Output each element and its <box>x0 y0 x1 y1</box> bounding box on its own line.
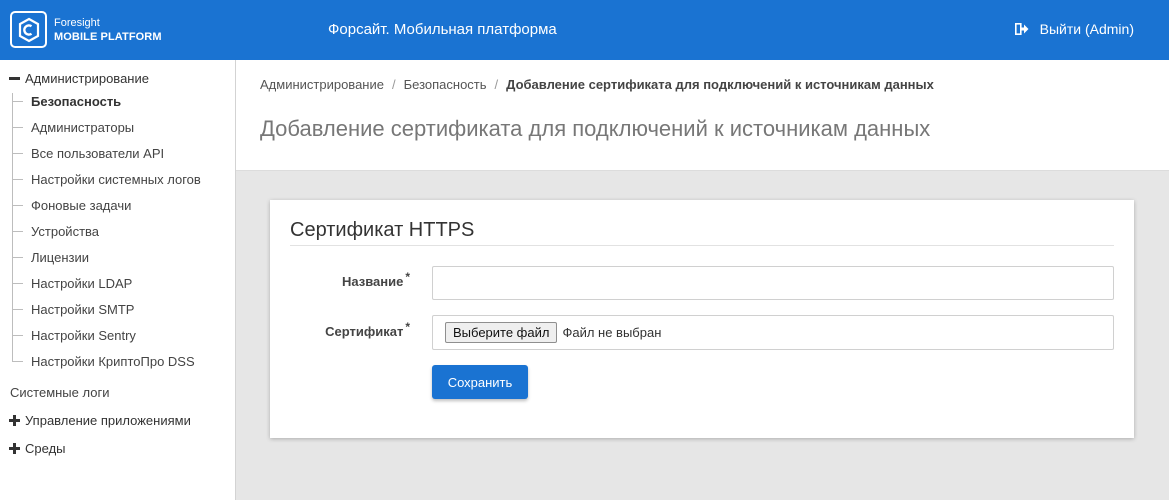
sidebar-section-environments[interactable]: Среды <box>9 441 66 456</box>
sidebar-item-label: Устройства <box>31 223 100 239</box>
certificate-file-input: Выберите файл Файл не выбран <box>432 315 1114 350</box>
file-status: Файл не выбран <box>562 325 662 340</box>
minus-icon <box>9 73 20 84</box>
sidebar-item-sentry-settings[interactable]: Настройки Sentry <box>13 322 233 348</box>
sidebar-section-app-management[interactable]: Управление приложениями <box>9 413 191 428</box>
save-button[interactable]: Сохранить <box>432 365 528 399</box>
logout-label: Выйти (Admin) <box>1039 21 1134 37</box>
sidebar-item-administrators[interactable]: Администраторы <box>13 114 233 140</box>
sidebar-item-label: Настройки КриптоПро DSS <box>31 353 195 369</box>
plus-icon <box>9 443 20 454</box>
sidebar-item-background-tasks[interactable]: Фоновые задачи <box>13 192 233 218</box>
choose-file-button[interactable]: Выберите файл <box>445 322 558 343</box>
sidebar-item-label: Лицензии <box>31 249 89 265</box>
sidebar-section-label: Управление приложениями <box>25 413 191 428</box>
sidebar-item-cryptopro-dss-settings[interactable]: Настройки КриптоПро DSS <box>13 348 233 374</box>
breadcrumb-security[interactable]: Безопасность <box>404 77 487 92</box>
name-field-label: Название * <box>270 270 410 289</box>
sidebar-item-api-users[interactable]: Все пользователи API <box>13 140 233 166</box>
sidebar-item-label: Безопасность <box>31 93 122 109</box>
logo-line1: Foresight <box>54 16 100 29</box>
sidebar-item-system-logs[interactable]: Системные логи <box>10 385 109 400</box>
sidebar-item-label: Настройки системных логов <box>31 171 201 187</box>
card-title: Сертификат HTTPS <box>290 219 475 241</box>
sidebar-section-label: Среды <box>25 441 66 456</box>
plus-icon <box>9 415 20 426</box>
card-divider <box>290 245 1114 246</box>
sidebar-item-label: Настройки LDAP <box>31 275 133 291</box>
required-mark: * <box>405 320 410 334</box>
logo-line2: MOBILE PLATFORM <box>54 30 162 43</box>
sidebar-item-ldap-settings[interactable]: Настройки LDAP <box>13 270 233 296</box>
name-input[interactable] <box>432 266 1114 300</box>
breadcrumb-separator: / <box>391 77 396 92</box>
sign-out-icon <box>1014 23 1029 35</box>
certificate-field-label: Сертификат * <box>270 320 410 339</box>
breadcrumb-separator: / <box>494 77 499 92</box>
sidebar-item-label: Фоновые задачи <box>31 197 132 213</box>
top-navbar: Foresight MOBILE PLATFORM Форсайт. Мобил… <box>0 0 1169 60</box>
app-title: Форсайт. Мобильная платформа <box>328 21 557 38</box>
required-mark: * <box>405 270 410 284</box>
sidebar-item-smtp-settings[interactable]: Настройки SMTP <box>13 296 233 322</box>
certificate-label-text: Сертификат <box>325 324 404 339</box>
breadcrumb-administration[interactable]: Администрирование <box>260 77 384 92</box>
sidebar-section-label: Администрирование <box>25 71 149 86</box>
sidebar-item-label: Все пользователи API <box>31 145 165 161</box>
sidebar-section-administration[interactable]: Администрирование <box>9 71 149 86</box>
app-logo[interactable]: Foresight MOBILE PLATFORM <box>10 11 162 48</box>
logo-mark-icon <box>10 11 47 48</box>
sidebar-item-licenses[interactable]: Лицензии <box>13 244 233 270</box>
breadcrumb-current: Добавление сертификата для подключений к… <box>506 77 934 92</box>
sidebar-item-security[interactable]: Безопасность <box>13 88 233 114</box>
sidebar-item-system-log-settings[interactable]: Настройки системных логов <box>13 166 233 192</box>
logout-button[interactable]: Выйти (Admin) <box>1014 21 1134 37</box>
page-title: Добавление сертификата для подключений к… <box>260 116 931 141</box>
sidebar-item-label: Администраторы <box>31 119 135 135</box>
name-label-text: Название <box>341 274 404 289</box>
page-header: Администрирование / Безопасность / Добавлени… <box>236 60 1169 171</box>
breadcrumb: Администрирование / Безопасность / Добавлени… <box>260 77 934 92</box>
sidebar-item-devices[interactable]: Устройства <box>13 218 233 244</box>
sidebar: Администрирование Безопасность Администр… <box>0 60 236 500</box>
certificate-form-card: Сертификат HTTPS Название * Сертификат * В… <box>270 200 1134 438</box>
sidebar-item-label: Настройки SMTP <box>31 301 135 317</box>
sidebar-item-label: Настройки Sentry <box>31 327 136 343</box>
